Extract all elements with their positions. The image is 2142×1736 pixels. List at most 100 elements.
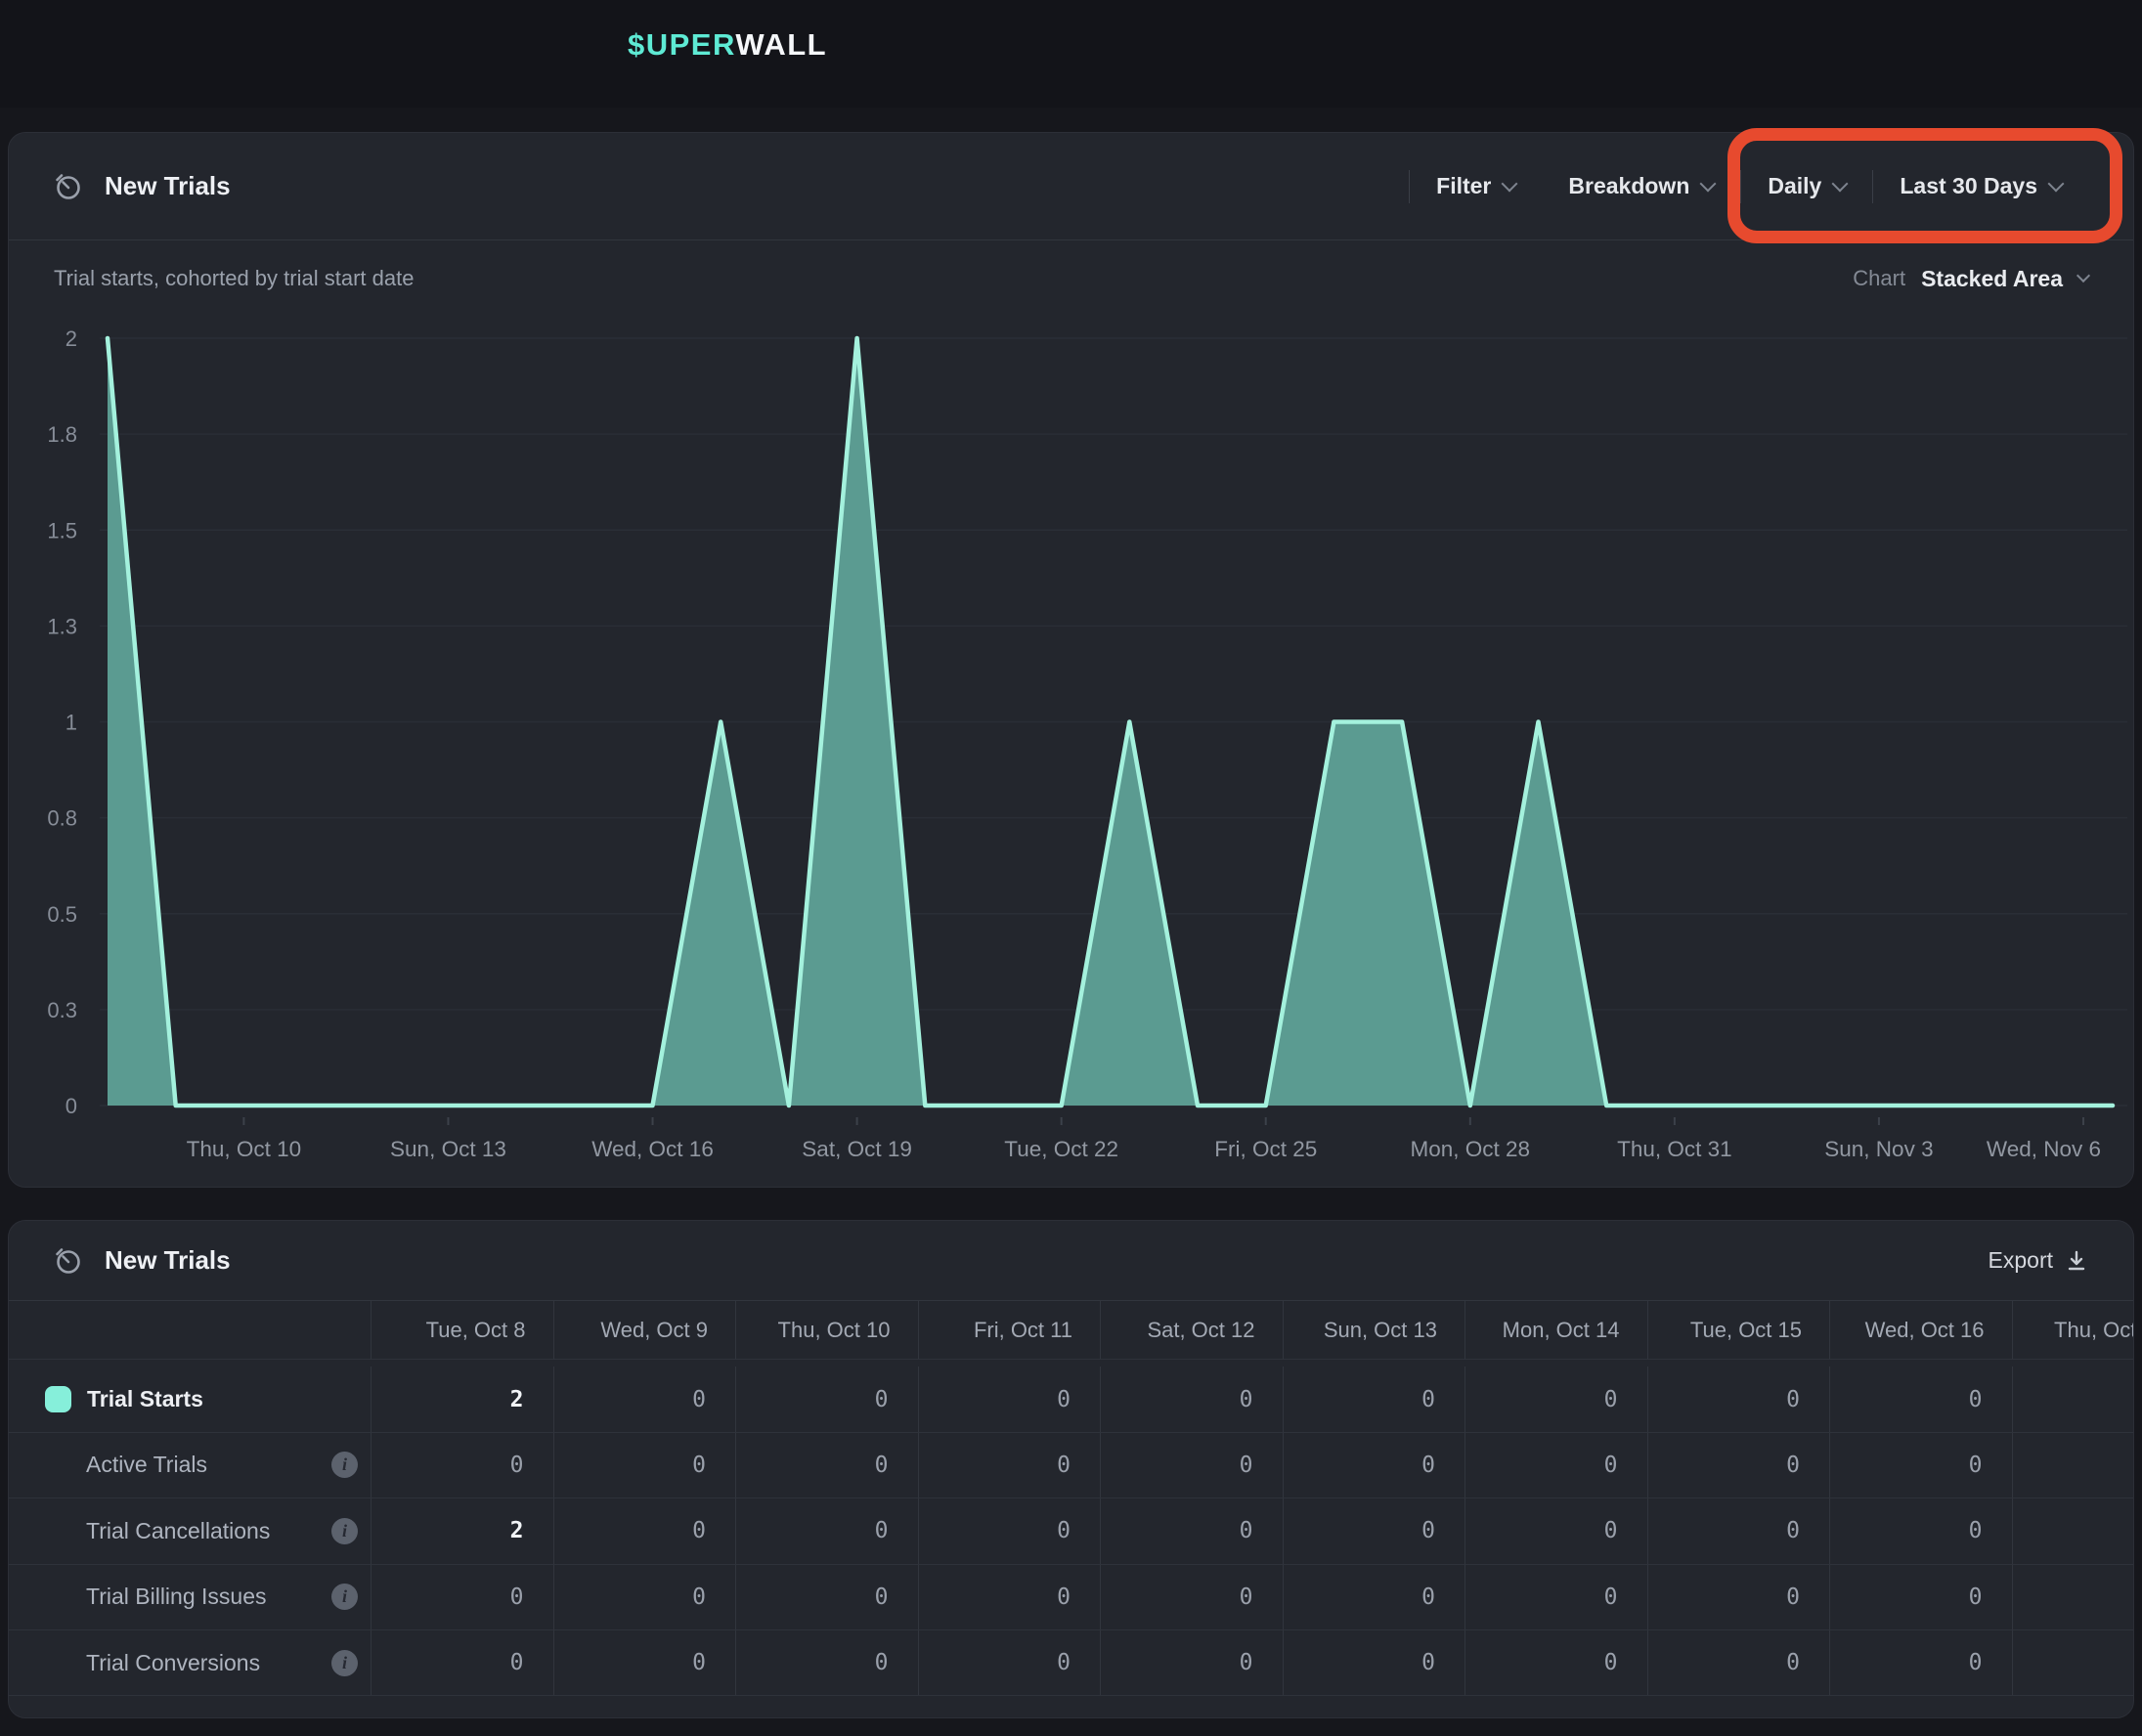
- y-axis-tick-label: 2: [66, 326, 77, 351]
- column-header: Tue, Oct 8: [372, 1301, 554, 1360]
- chart-toolbar: Filter Breakdown Daily Last 30 Days: [1409, 133, 2088, 239]
- table-cell-value: 0: [919, 1433, 1102, 1498]
- table-cell-value: 0: [1830, 1498, 2013, 1564]
- table-panel-header: New Trials Export: [9, 1221, 2133, 1301]
- topbar: $UPERWALL: [0, 0, 2142, 108]
- table-cell-value: 0: [1284, 1433, 1466, 1498]
- table-cell-value: 0: [1284, 1565, 1466, 1630]
- y-axis-tick-label: 0.8: [47, 806, 77, 831]
- row-label: Trial Starts: [87, 1386, 203, 1412]
- chart-subtitle-row: Trial starts, cohorted by trial start da…: [9, 248, 2133, 309]
- column-header: Mon, Oct 14: [1465, 1301, 1648, 1360]
- column-header: Thu, Oct 17: [2013, 1301, 2135, 1360]
- x-axis-tick-label: Sun, Nov 3: [1824, 1137, 1933, 1161]
- table-cell-value: 0: [1465, 1433, 1648, 1498]
- column-header: Tue, Oct 15: [1648, 1301, 1831, 1360]
- info-icon[interactable]: i: [331, 1584, 358, 1610]
- chevron-down-icon: [1832, 175, 1849, 192]
- x-axis-tick-label: Wed, Nov 6: [1987, 1137, 2101, 1161]
- chevron-down-icon: [2048, 175, 2065, 192]
- table-cell-value: [2013, 1367, 2135, 1432]
- granularity-dropdown[interactable]: Daily: [1741, 133, 1872, 239]
- chevron-down-icon: [1700, 175, 1717, 192]
- x-axis-tick-label: Thu, Oct 31: [1617, 1137, 1732, 1161]
- table-row-label-cell: Trial Billing Issues i: [9, 1565, 372, 1630]
- x-axis-tick-label: Tue, Oct 22: [1004, 1137, 1118, 1161]
- filter-button[interactable]: Filter: [1410, 133, 1542, 239]
- table-cell-value: 0: [1284, 1367, 1466, 1432]
- table-cell-value: 0: [919, 1367, 1102, 1432]
- table-cell-value: 0: [1101, 1565, 1284, 1630]
- table-cell-value: 0: [736, 1630, 919, 1696]
- column-header: Wed, Oct 9: [554, 1301, 737, 1360]
- breakdown-button[interactable]: Breakdown: [1542, 133, 1740, 239]
- info-icon[interactable]: i: [331, 1650, 358, 1676]
- info-icon[interactable]: i: [331, 1452, 358, 1478]
- table-cell-value: 0: [1101, 1433, 1284, 1498]
- y-axis-tick-label: 0: [66, 1094, 77, 1118]
- table-cell-value: 0: [1648, 1433, 1831, 1498]
- table-cell-value: 2: [372, 1367, 554, 1432]
- table-row-label-cell: Trial Cancellationsi: [9, 1498, 372, 1564]
- table-cell-value: 0: [1465, 1498, 1648, 1564]
- table-cell-value: 0: [736, 1498, 919, 1564]
- new-trials-table-panel: New Trials Export Tue, Oct 8Wed, Oct 9Th…: [8, 1220, 2134, 1718]
- chart-type-value: Stacked Area: [1921, 266, 2063, 292]
- table-cell-value: 0: [1830, 1630, 2013, 1696]
- filter-label: Filter: [1436, 173, 1491, 199]
- table-cell-value: 0: [1284, 1498, 1466, 1564]
- table-cell-value: 0: [1830, 1565, 2013, 1630]
- x-axis-tick-label: Mon, Oct 28: [1411, 1137, 1531, 1161]
- table-cell-value: 2: [372, 1498, 554, 1564]
- table-cell-value: 0: [554, 1367, 737, 1432]
- y-axis-tick-label: 1.3: [47, 614, 77, 638]
- chevron-down-icon: [2076, 269, 2090, 282]
- row-label: Trial Conversions: [86, 1650, 260, 1676]
- table-cell-value: 0: [1284, 1630, 1466, 1696]
- table-cell-value: 0: [1830, 1433, 2013, 1498]
- table-row-label-cell: Trial Starts: [9, 1367, 372, 1432]
- column-header: Sun, Oct 13: [1284, 1301, 1466, 1360]
- new-trials-chart-panel: 21.81.51.310.80.50.30Thu, Oct 10Sun, Oct…: [8, 132, 2134, 1188]
- table-cell-value: 0: [736, 1433, 919, 1498]
- column-header: Wed, Oct 16: [1830, 1301, 2013, 1360]
- chart-panel-title: New Trials: [105, 171, 231, 201]
- download-icon: [2065, 1249, 2088, 1273]
- column-header: Sat, Oct 12: [1101, 1301, 1284, 1360]
- row-label: Trial Billing Issues: [86, 1584, 266, 1610]
- table-cell-value: 0: [919, 1565, 1102, 1630]
- table-corner-cell: [9, 1301, 372, 1360]
- column-header: Thu, Oct 10: [736, 1301, 919, 1360]
- table-cell-value: 0: [1465, 1630, 1648, 1696]
- table-cell-value: 0: [919, 1498, 1102, 1564]
- table-cell-value: [2013, 1498, 2135, 1564]
- table-cell-value: 0: [1465, 1565, 1648, 1630]
- date-range-dropdown[interactable]: Last 30 Days: [1873, 133, 2088, 239]
- info-icon[interactable]: i: [331, 1518, 358, 1544]
- granularity-label: Daily: [1768, 173, 1821, 199]
- table-cell-value: 0: [1648, 1565, 1831, 1630]
- table-cell-value: 0: [736, 1367, 919, 1432]
- chevron-down-icon: [1502, 175, 1518, 192]
- x-axis-tick-label: Sun, Oct 13: [390, 1137, 506, 1161]
- table-cell-value: 0: [736, 1565, 919, 1630]
- logo-prefix: $UPER: [628, 27, 735, 62]
- export-label: Export: [1989, 1247, 2053, 1274]
- chart-subtitle: Trial starts, cohorted by trial start da…: [54, 266, 414, 291]
- export-button[interactable]: Export: [1989, 1247, 2088, 1274]
- y-axis-tick-label: 1.5: [47, 518, 77, 542]
- table-cell-value: [2013, 1433, 2135, 1498]
- table-cell-value: [2013, 1565, 2135, 1630]
- table-cell-value: 0: [554, 1565, 737, 1630]
- table-cell-value: 0: [1830, 1367, 2013, 1432]
- table-cell-value: 0: [372, 1433, 554, 1498]
- row-label: Active Trials: [86, 1452, 207, 1478]
- stopwatch-icon: [54, 172, 83, 201]
- table-cell-value: 0: [1465, 1367, 1648, 1432]
- column-header: Fri, Oct 11: [919, 1301, 1102, 1360]
- x-axis-tick-label: Sat, Oct 19: [802, 1137, 912, 1161]
- chart-type-dropdown[interactable]: Chart Stacked Area: [1853, 266, 2088, 292]
- table-cell-value: [2013, 1630, 2135, 1696]
- y-axis-tick-label: 0.3: [47, 998, 77, 1022]
- logo-suffix: WALL: [735, 27, 827, 62]
